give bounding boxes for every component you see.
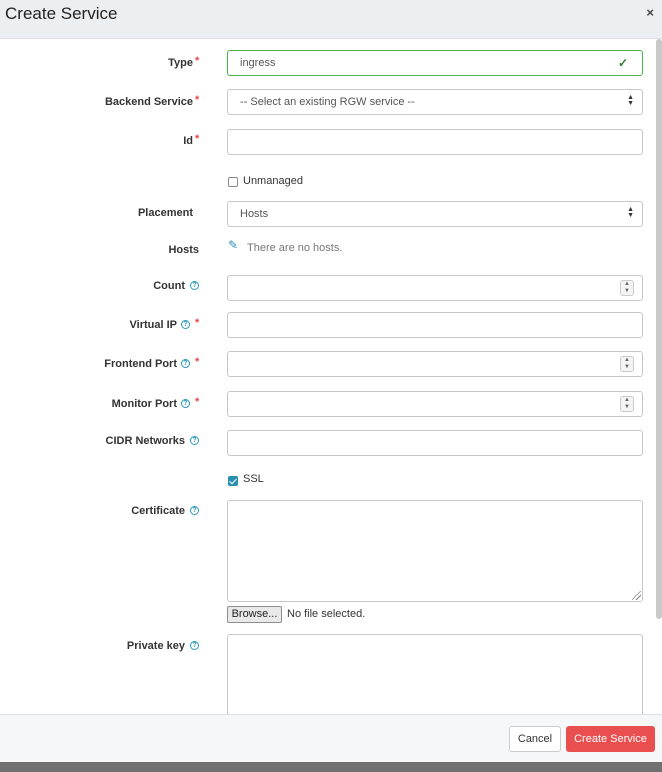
scrollbar[interactable]	[656, 39, 662, 619]
spinner-icon[interactable]: ▲ ▼	[620, 280, 634, 296]
monitor-port-input[interactable]: ▲ ▼	[227, 391, 643, 417]
required-indicator: *	[195, 317, 200, 329]
private-key-label: Private key	[126, 640, 185, 652]
help-icon[interactable]: ?	[190, 436, 199, 445]
placement-value: Hosts	[240, 208, 269, 220]
required-indicator: *	[195, 356, 200, 368]
placement-label: Placement	[137, 207, 193, 219]
help-icon[interactable]: ?	[190, 281, 199, 290]
resize-grip-icon[interactable]	[632, 591, 641, 600]
spinner-icon[interactable]: ▲ ▼	[620, 356, 634, 372]
pencil-icon[interactable]: ✎	[228, 238, 238, 252]
select-caret-icon: ▲ ▼	[627, 94, 634, 107]
certificate-textarea[interactable]	[227, 500, 643, 602]
check-icon: ✓	[617, 56, 628, 70]
count-input[interactable]: ▲ ▼	[227, 275, 643, 301]
private-key-textarea[interactable]	[227, 634, 643, 714]
virtual-ip-input[interactable]	[227, 312, 643, 338]
modal-title: Create Service	[5, 4, 118, 23]
ssl-label: SSL	[243, 473, 264, 485]
frontend-port-input[interactable]: ▲ ▼	[227, 351, 643, 377]
help-icon[interactable]: ?	[190, 641, 199, 650]
help-icon[interactable]: ?	[190, 506, 199, 515]
required-indicator: *	[195, 94, 200, 106]
file-status: No file selected.	[287, 608, 366, 620]
count-label: Count	[153, 280, 185, 292]
required-indicator: *	[195, 133, 200, 145]
ssl-checkbox[interactable]	[228, 476, 238, 486]
certificate-label: Certificate	[131, 505, 185, 517]
monitor-port-label: Monitor Port	[111, 398, 177, 410]
help-icon[interactable]: ?	[181, 359, 190, 368]
type-value: ingress	[240, 57, 276, 69]
id-input[interactable]	[227, 129, 643, 155]
close-icon[interactable]: ×	[646, 5, 654, 20]
spinner-icon[interactable]: ▲ ▼	[620, 396, 634, 412]
help-icon[interactable]: ?	[181, 320, 190, 329]
type-label: Type	[168, 57, 193, 69]
hosts-label: Hosts	[168, 244, 199, 256]
create-service-button[interactable]: Create Service	[566, 726, 655, 752]
modal-header: Create Service ×	[0, 0, 662, 39]
cancel-button[interactable]: Cancel	[509, 726, 561, 752]
select-caret-icon: ▲ ▼	[627, 206, 634, 219]
help-icon[interactable]: ?	[181, 399, 190, 408]
browse-button[interactable]: Browse...	[227, 606, 282, 623]
no-hosts-text: There are no hosts.	[247, 242, 343, 254]
backend-service-value: -- Select an existing RGW service --	[240, 96, 415, 108]
unmanaged-checkbox[interactable]	[228, 177, 238, 187]
id-label: Id	[183, 135, 193, 147]
type-select[interactable]: ingress ✓	[227, 50, 643, 76]
placement-select[interactable]: Hosts ▲ ▼	[227, 201, 643, 227]
backend-service-select[interactable]: -- Select an existing RGW service -- ▲ ▼	[227, 89, 643, 115]
modal-body: Type * ingress ✓ Backend Service * -- Se…	[0, 39, 662, 714]
backdrop-strip	[0, 762, 662, 772]
required-indicator: *	[195, 55, 200, 67]
required-indicator: *	[195, 396, 200, 408]
virtual-ip-label: Virtual IP	[129, 319, 177, 331]
unmanaged-label: Unmanaged	[243, 175, 303, 187]
backend-service-label: Backend Service	[104, 96, 193, 108]
frontend-port-label: Frontend Port	[104, 358, 177, 370]
cidr-networks-input[interactable]	[227, 430, 643, 456]
modal-footer: Cancel Create Service	[0, 714, 662, 762]
cidr-networks-label: CIDR Networks	[105, 435, 185, 447]
